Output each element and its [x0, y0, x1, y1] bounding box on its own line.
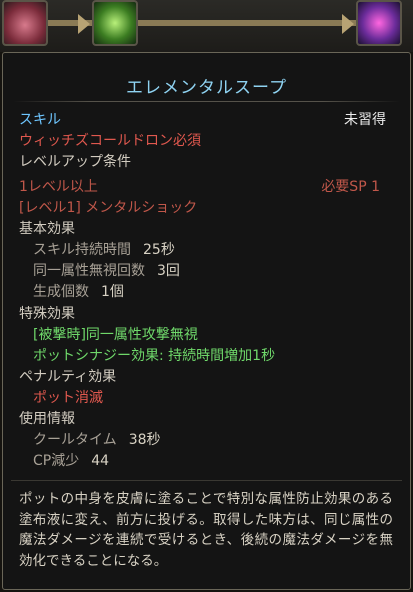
skill-description: ポットの中身を皮膚に塗ることで特別な属性防止効果のある塗布液に変え、前方に投げる… [19, 491, 393, 569]
basic-effect-row: スキル持続時間 25秒 [33, 241, 175, 259]
sp-requirement: 必要SP 1 [321, 179, 380, 195]
penalty-heading: ペナルティ効果 [19, 369, 117, 385]
usage-heading: 使用情報 [19, 411, 75, 427]
usage-label: クールタイム [33, 432, 117, 448]
skill-connector [138, 20, 356, 26]
effect-value: 3回 [157, 263, 180, 279]
skill-title: エレメンタルスープ [126, 78, 287, 98]
skill-type-label: スキル [19, 112, 61, 128]
levelup-heading: レベルアップ条件 [19, 154, 131, 170]
effect-label: スキル持続時間 [33, 242, 131, 258]
description-divider [11, 480, 402, 481]
special-effects-heading: 特殊効果 [19, 306, 75, 322]
usage-row: クールタイム 38秒 [33, 431, 161, 449]
cake-skill-icon[interactable] [2, 0, 48, 46]
crystal-skill-icon[interactable] [356, 0, 402, 46]
arrow-right-icon [78, 14, 90, 34]
effect-value: 1個 [101, 284, 124, 300]
spider-skill-icon[interactable] [92, 0, 138, 46]
skill-tooltip: エレメンタルスープ スキル 未習得 ウィッチズコールドロン必須 レベルアップ条件… [2, 52, 411, 590]
arrow-right-icon [342, 14, 354, 34]
required-item: ウィッチズコールドロン必須 [19, 133, 201, 149]
special-effect-item: ポットシナジー効果: 持続時間増加1秒 [33, 348, 276, 364]
usage-label: CP減少 [33, 453, 80, 469]
usage-value: 44 [91, 453, 110, 469]
penalty-item: ポット消滅 [33, 390, 103, 406]
level-requirement: 1レベル以上 [19, 179, 98, 195]
effect-label: 生成個数 [33, 284, 89, 300]
basic-effect-row: 生成個数 1個 [33, 283, 124, 301]
usage-row: CP減少 44 [33, 452, 109, 470]
special-effect-item: [被撃時]同一属性攻撃無視 [33, 327, 198, 343]
learn-status: 未習得 [344, 112, 386, 128]
effect-value: 25秒 [143, 242, 175, 258]
effect-label: 同一属性無視回数 [33, 263, 145, 279]
title-divider [13, 101, 400, 102]
usage-value: 38秒 [128, 432, 161, 448]
basic-effect-row: 同一属性無視回数 3回 [33, 262, 180, 280]
basic-effects-heading: 基本効果 [19, 221, 75, 237]
prerequisite-skill: [レベル1] メンタルショック [19, 200, 198, 216]
